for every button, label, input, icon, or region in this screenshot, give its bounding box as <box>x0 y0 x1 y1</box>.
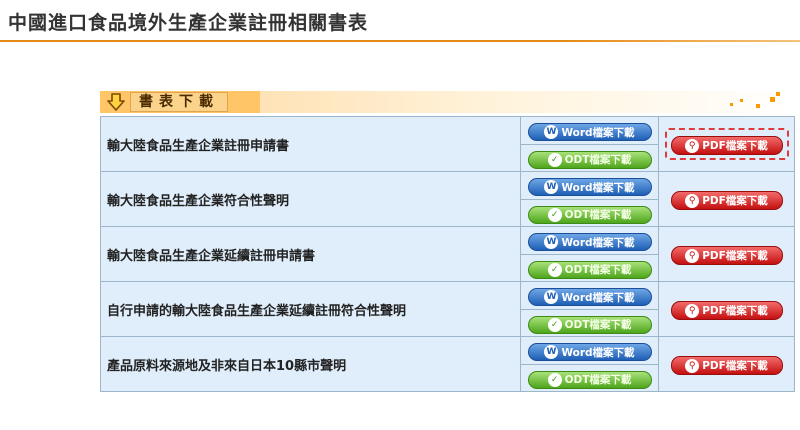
odt-cell: ✓ ODT檔案下載 <box>520 253 659 282</box>
pdf-download-label: PDF檔案下載 <box>702 305 768 318</box>
document-name: 自行申請的輸大陸食品生產企業延續註冊符合性聲明 <box>100 281 521 337</box>
odt-cell: ✓ ODT檔案下載 <box>520 308 659 337</box>
odt-icon: ✓ <box>547 317 562 332</box>
table-row: 自行申請的輸大陸食品生產企業延續註冊符合性聲明 W Word檔案下載 ⚲ PDF… <box>100 281 795 337</box>
odt-download-button[interactable]: ✓ ODT檔案下載 <box>527 370 652 389</box>
download-panel: 書表下載 輸大陸食品生產企業註冊申請書 W Word檔案下載 ⚲ PDF檔案下載… <box>100 91 795 392</box>
pdf-icon: ⚲ <box>685 303 700 318</box>
pdf-download-label: PDF檔案下載 <box>702 195 768 208</box>
odt-download-label: ODT檔案下載 <box>564 154 632 167</box>
pdf-focus-outline: ⚲ PDF檔案下載 <box>664 127 789 161</box>
word-icon: W <box>544 235 559 250</box>
page-title: 中國進口食品境外生產企業註冊相關書表 <box>8 12 369 34</box>
pdf-download-button[interactable]: ⚲ PDF檔案下載 <box>670 356 783 376</box>
document-name: 輸大陸食品生產企業註冊申請書 <box>100 116 521 172</box>
pdf-download-button[interactable]: ⚲ PDF檔案下載 <box>670 136 783 156</box>
pdf-download-label: PDF檔案下載 <box>702 140 768 153</box>
pdf-download-label: PDF檔案下載 <box>702 250 768 263</box>
word-download-button[interactable]: W Word檔案下載 <box>527 343 652 362</box>
pdf-icon: ⚲ <box>685 193 700 208</box>
panel-header-tab: 書表下載 <box>100 91 260 113</box>
word-icon: W <box>544 290 559 305</box>
table-row: 產品原料來源地及非來自日本10縣市聲明 W Word檔案下載 ⚲ PDF檔案下載 <box>100 336 795 392</box>
pdf-cell: ⚲ PDF檔案下載 <box>658 116 795 172</box>
pdf-cell: ⚲ PDF檔案下載 <box>658 226 795 282</box>
pdf-cell: ⚲ PDF檔案下載 <box>658 336 795 392</box>
pdf-download-label: PDF檔案下載 <box>702 360 768 373</box>
down-arrow-icon <box>107 93 125 111</box>
odt-download-label: ODT檔案下載 <box>564 264 632 277</box>
pdf-download-button[interactable]: ⚲ PDF檔案下載 <box>670 246 783 266</box>
word-download-button[interactable]: W Word檔案下載 <box>527 123 652 142</box>
pdf-icon: ⚲ <box>685 248 700 263</box>
word-cell: W Word檔案下載 <box>520 226 659 255</box>
word-download-button[interactable]: W Word檔案下載 <box>527 288 652 307</box>
pdf-download-button[interactable]: ⚲ PDF檔案下載 <box>670 301 783 321</box>
word-download-label: Word檔案下載 <box>561 181 635 194</box>
title-rule <box>0 40 800 42</box>
document-name: 輸大陸食品生產企業符合性聲明 <box>100 171 521 227</box>
word-download-button[interactable]: W Word檔案下載 <box>527 233 652 252</box>
word-download-label: Word檔案下載 <box>561 126 635 139</box>
odt-download-button[interactable]: ✓ ODT檔案下載 <box>527 150 652 169</box>
table-row: 輸大陸食品生產企業符合性聲明 W Word檔案下載 ⚲ PDF檔案下載 <box>100 171 795 227</box>
documents-table: 輸大陸食品生產企業註冊申請書 W Word檔案下載 ⚲ PDF檔案下載 ✓ OD… <box>100 116 795 392</box>
word-icon: W <box>544 345 559 360</box>
odt-icon: ✓ <box>547 152 562 167</box>
pdf-cell: ⚲ PDF檔案下載 <box>658 281 795 337</box>
odt-cell: ✓ ODT檔案下載 <box>520 143 659 172</box>
odt-icon: ✓ <box>547 207 562 222</box>
pdf-icon: ⚲ <box>685 358 700 373</box>
document-name: 產品原料來源地及非來自日本10縣市聲明 <box>100 336 521 392</box>
panel-header: 書表下載 <box>100 91 794 113</box>
odt-download-button[interactable]: ✓ ODT檔案下載 <box>527 205 652 224</box>
panel-header-label: 書表下載 <box>130 92 228 112</box>
odt-icon: ✓ <box>547 372 562 387</box>
odt-download-label: ODT檔案下載 <box>564 374 632 387</box>
word-icon: W <box>544 180 559 195</box>
table-row: 輸大陸食品生產企業延續註冊申請書 W Word檔案下載 ⚲ PDF檔案下載 <box>100 226 795 282</box>
word-cell: W Word檔案下載 <box>520 171 659 200</box>
pdf-cell: ⚲ PDF檔案下載 <box>658 171 795 227</box>
word-download-button[interactable]: W Word檔案下載 <box>527 178 652 197</box>
odt-download-label: ODT檔案下載 <box>564 209 632 222</box>
header-decoration <box>726 91 786 113</box>
pdf-icon: ⚲ <box>685 138 700 153</box>
word-cell: W Word檔案下載 <box>520 281 659 310</box>
odt-download-button[interactable]: ✓ ODT檔案下載 <box>527 260 652 279</box>
pdf-download-button[interactable]: ⚲ PDF檔案下載 <box>670 191 783 211</box>
word-cell: W Word檔案下載 <box>520 116 659 145</box>
odt-icon: ✓ <box>547 262 562 277</box>
word-download-label: Word檔案下載 <box>561 236 635 249</box>
word-download-label: Word檔案下載 <box>561 346 635 359</box>
odt-download-label: ODT檔案下載 <box>564 319 632 332</box>
word-download-label: Word檔案下載 <box>561 291 635 304</box>
odt-cell: ✓ ODT檔案下載 <box>520 363 659 392</box>
odt-download-button[interactable]: ✓ ODT檔案下載 <box>527 315 652 334</box>
document-name: 輸大陸食品生產企業延續註冊申請書 <box>100 226 521 282</box>
table-row: 輸大陸食品生產企業註冊申請書 W Word檔案下載 ⚲ PDF檔案下載 <box>100 116 795 172</box>
word-cell: W Word檔案下載 <box>520 336 659 365</box>
odt-cell: ✓ ODT檔案下載 <box>520 198 659 227</box>
word-icon: W <box>544 125 559 140</box>
